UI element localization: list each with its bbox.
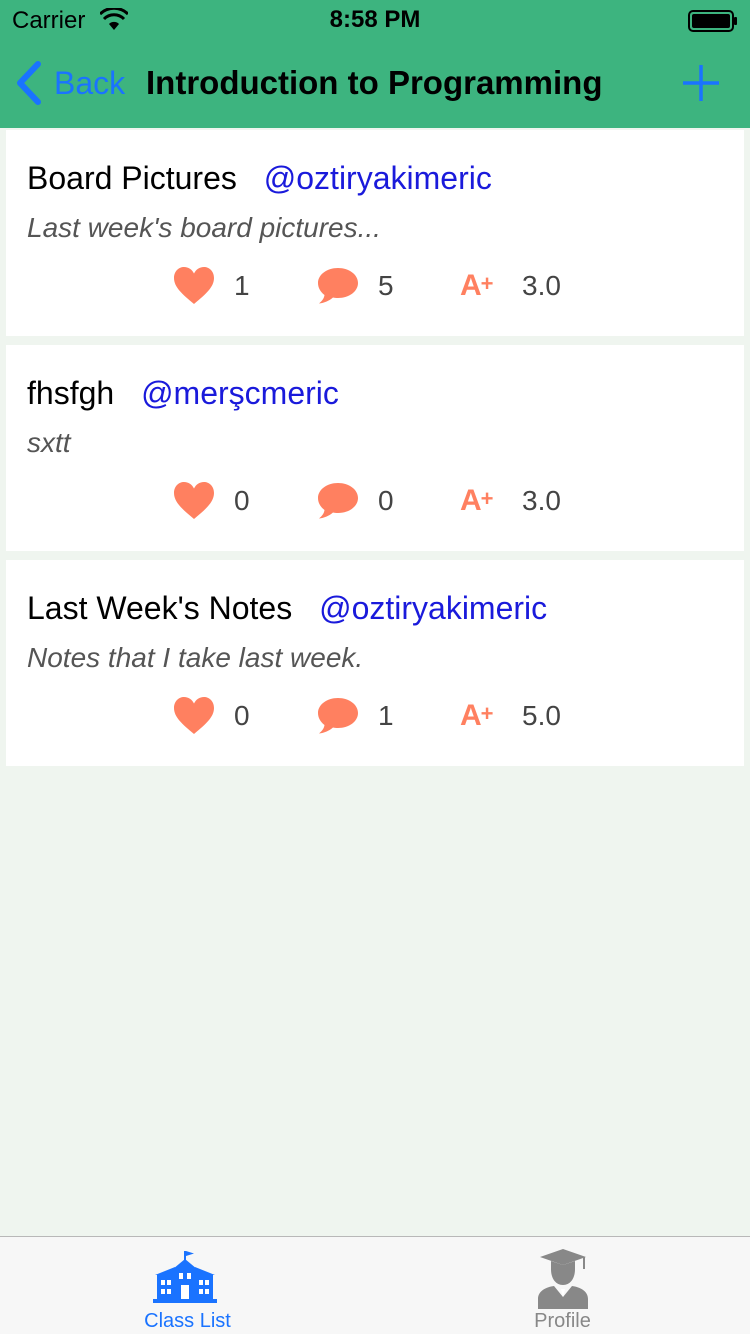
post-card[interactable]: fhsfgh @merşcmeric sxtt 0 0 A+ 3.0: [6, 345, 744, 551]
post-stats: 1 5 A+ 3.0: [172, 264, 592, 308]
post-header: Last Week's Notes @oztiryakimeric: [27, 590, 547, 627]
graduate-icon: [537, 1249, 588, 1309]
post-title: Last Week's Notes: [27, 590, 293, 626]
comment-count: 5: [378, 270, 394, 301]
post-title: Board Pictures: [27, 160, 237, 196]
screen: Carrier 8:58 PM Back Introduction to Pro…: [0, 0, 750, 1334]
like-stat[interactable]: 0: [172, 694, 250, 738]
like-count: 1: [234, 270, 250, 301]
speech-bubble-icon: [318, 483, 358, 519]
post-stats: 0 0 A+ 3.0: [172, 479, 592, 523]
back-button[interactable]: Back: [14, 60, 125, 106]
tab-bar: Class List Profile: [0, 1236, 750, 1334]
post-header: Board Pictures @oztiryakimeric: [27, 160, 492, 197]
comment-stat[interactable]: 1: [316, 694, 394, 738]
heart-icon: [174, 697, 214, 734]
grade-stat: A+ 5.0: [460, 694, 561, 738]
nav-bar: Back Introduction to Programming: [0, 40, 750, 128]
grade-stat: A+ 3.0: [460, 479, 561, 523]
post-author[interactable]: @oztiryakimeric: [319, 590, 547, 626]
grade-value: 3.0: [522, 270, 561, 301]
navigation-header: Carrier 8:58 PM Back Introduction to Pro…: [0, 0, 750, 128]
back-label: Back: [54, 64, 126, 101]
comment-count: 1: [378, 700, 394, 731]
tab-label-class-list: Class List: [144, 1310, 231, 1332]
speech-bubble-icon: [318, 698, 358, 734]
a-plus-icon: A+: [460, 269, 494, 302]
chevron-left-icon: [17, 61, 41, 105]
like-count: 0: [234, 700, 250, 731]
heart-icon: [174, 267, 214, 304]
like-stat[interactable]: 0: [172, 479, 250, 523]
plus-icon[interactable]: [682, 64, 720, 102]
post-list: Board Pictures @oztiryakimeric Last week…: [6, 130, 744, 775]
like-count: 0: [234, 485, 250, 516]
tab-profile[interactable]: Profile: [375, 1237, 750, 1334]
school-building-icon: [152, 1251, 217, 1303]
a-plus-icon: A+: [460, 699, 494, 732]
post-description: Last week's board pictures...: [27, 212, 381, 243]
page-title: Introduction to Programming: [146, 64, 603, 101]
grade-value: 3.0: [522, 485, 561, 516]
post-stats: 0 1 A+ 5.0: [172, 694, 592, 738]
post-author[interactable]: @oztiryakimeric: [264, 160, 492, 196]
post-description: Notes that I take last week.: [27, 642, 364, 673]
grade-value: 5.0: [522, 700, 561, 731]
battery-icon: [688, 10, 737, 32]
status-time: 8:58 PM: [329, 6, 421, 33]
comment-stat[interactable]: 5: [316, 264, 394, 308]
tab-class-list[interactable]: Class List: [0, 1237, 375, 1334]
like-stat[interactable]: 1: [172, 264, 250, 308]
a-plus-icon: A+: [460, 484, 494, 517]
heart-icon: [174, 482, 214, 519]
tab-label-profile: Profile: [534, 1310, 591, 1332]
post-card[interactable]: Board Pictures @oztiryakimeric Last week…: [6, 130, 744, 336]
grade-stat: A+ 3.0: [460, 264, 561, 308]
speech-bubble-icon: [318, 268, 358, 304]
comment-count: 0: [378, 485, 394, 516]
post-title: fhsfgh: [27, 375, 115, 411]
post-card[interactable]: Last Week's Notes @oztiryakimeric Notes …: [6, 560, 744, 766]
post-author[interactable]: @merşcmeric: [141, 375, 339, 411]
post-description: sxtt: [27, 427, 71, 458]
status-bar: Carrier 8:58 PM: [0, 0, 750, 40]
post-header: fhsfgh @merşcmeric: [27, 375, 339, 412]
comment-stat[interactable]: 0: [316, 479, 394, 523]
